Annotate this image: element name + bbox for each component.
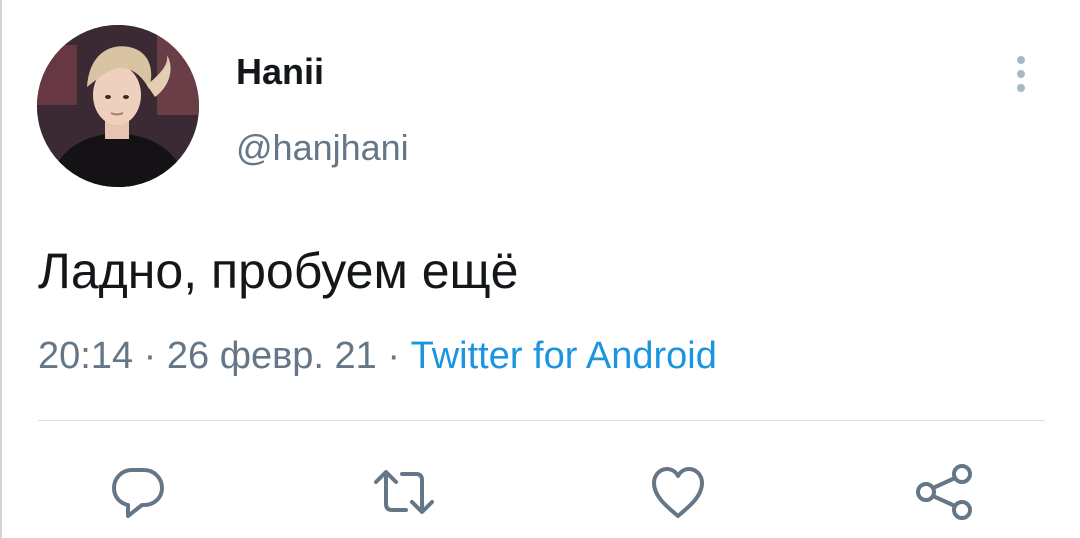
more-options-icon[interactable] — [1006, 52, 1036, 96]
retweet-button[interactable] — [372, 460, 436, 524]
window-edge — [0, 0, 2, 538]
tweet-meta: 20:14 · 26 февр. 21 · Twitter for Androi… — [38, 333, 717, 379]
tweet-date: 26 февр. 21 — [166, 335, 377, 377]
tweet-time: 20:14 — [38, 335, 134, 377]
tweet-text: Ладно, пробуем ещё — [38, 243, 519, 299]
avatar[interactable] — [37, 25, 199, 187]
user-handle[interactable]: @hanjhani — [236, 126, 409, 170]
tweet-source-link[interactable]: Twitter for Android — [411, 335, 717, 377]
reply-button[interactable] — [106, 460, 170, 524]
meta-separator: · — [133, 335, 167, 377]
share-icon — [916, 464, 972, 520]
display-name[interactable]: Hanii — [236, 50, 324, 94]
avatar-image — [37, 25, 199, 187]
reply-icon — [112, 468, 164, 518]
like-button[interactable] — [646, 460, 710, 524]
share-button[interactable] — [912, 460, 976, 524]
meta-separator: · — [376, 335, 411, 377]
divider — [38, 420, 1045, 421]
retweet-icon — [374, 470, 434, 514]
heart-icon — [652, 467, 704, 518]
